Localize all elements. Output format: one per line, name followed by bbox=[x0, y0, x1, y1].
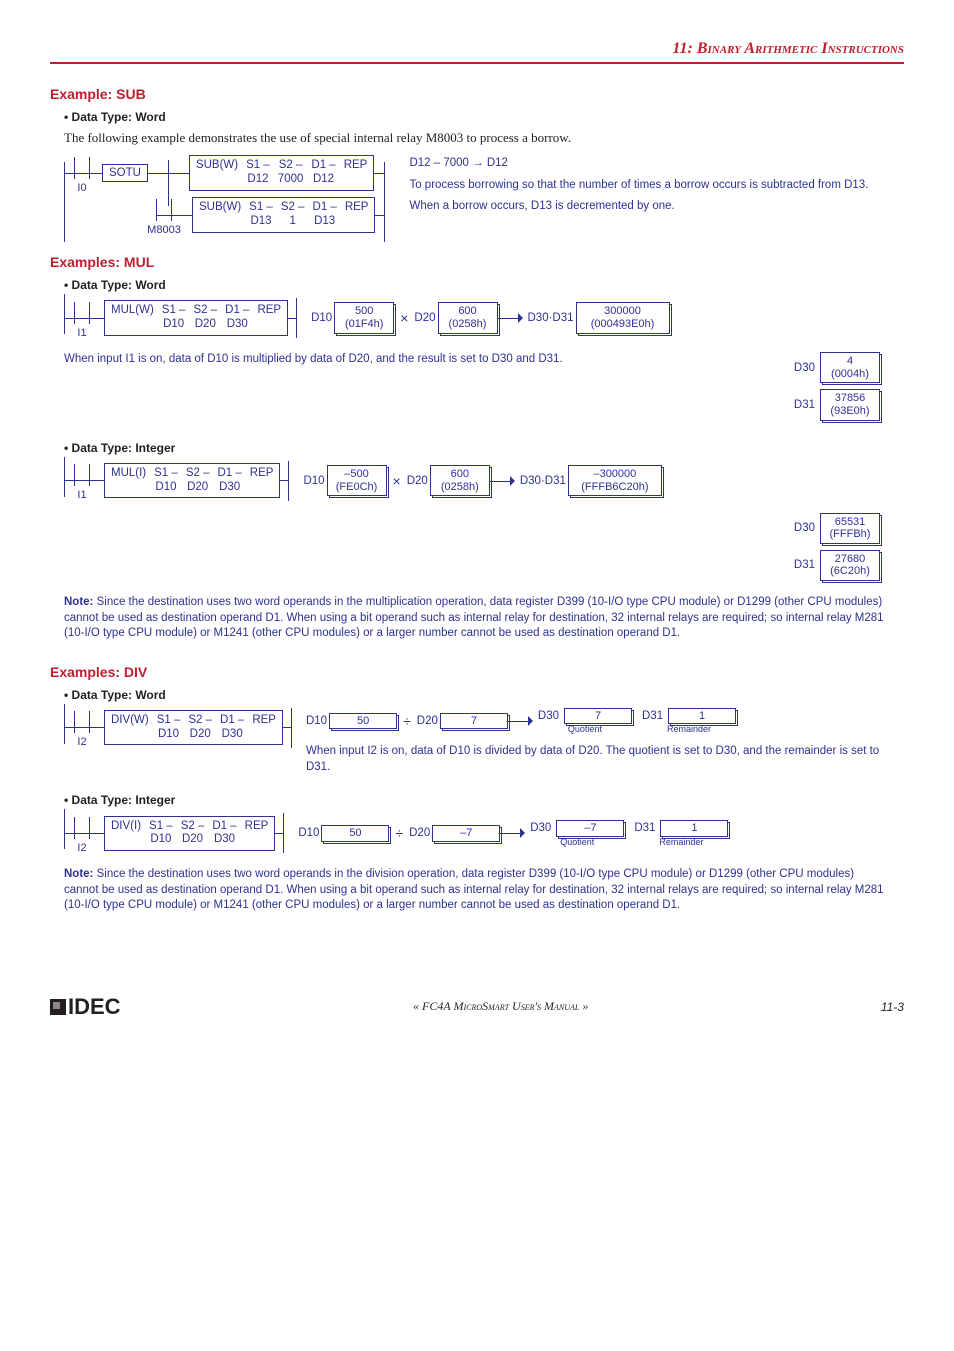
heading-mul-word: • Data Type: Word bbox=[64, 278, 904, 292]
chip-d20-di: –7 bbox=[432, 825, 500, 842]
page-footer: IDEC « FC4A MicroSmart User's Manual » 1… bbox=[50, 994, 904, 1020]
sub-instr-1: SUB(W) S1 –D12 S2 –7000 D1 –D12 REP bbox=[189, 155, 374, 191]
chip-result: 300000(000493E0h) bbox=[576, 302, 670, 333]
mul-note: Note: Since the destination uses two wor… bbox=[64, 595, 890, 642]
div-note: Note: Since the destination uses two wor… bbox=[64, 867, 890, 914]
mul-w-result-split: D304(0004h) D3137856(93E0h) bbox=[794, 352, 880, 421]
div-w-note: When input I2 is on, data of D10 is divi… bbox=[306, 744, 904, 775]
note-label: Note: bbox=[64, 596, 93, 608]
note-label: Note: bbox=[64, 868, 93, 880]
sub-rhs-formula: D12 – 7000 → D12 bbox=[409, 156, 904, 172]
chip-d10-i: –500(FE0Ch) bbox=[327, 465, 387, 496]
contact-i2: I2 bbox=[74, 722, 90, 733]
chip-d10: 500(01F4h) bbox=[334, 302, 394, 333]
heading-examples-mul: Examples: MUL bbox=[50, 254, 904, 270]
sub-intro: The following example demonstrates the u… bbox=[64, 130, 904, 146]
chip-d30-dw: 7 bbox=[564, 708, 632, 725]
mul-w-note: When input I1 is on, data of D10 is mult… bbox=[64, 352, 764, 368]
chip-d30: 4(0004h) bbox=[820, 352, 880, 383]
contact-i1: I1 bbox=[74, 313, 90, 324]
div-w-ladder: I2 DIV(W) S1 –D10 S2 –D20 D1 –D30 REP bbox=[64, 708, 292, 748]
footer-center: « FC4A MicroSmart User's Manual » bbox=[413, 999, 588, 1014]
chip-d31-i: 27680(6C20h) bbox=[820, 550, 880, 581]
contact-i1-b: I1 bbox=[74, 475, 90, 486]
chapter-number: 11: bbox=[672, 40, 692, 57]
chip-result-i: –300000(FFFB6C20h) bbox=[568, 465, 662, 496]
logo-square-icon bbox=[50, 999, 66, 1015]
heading-examples-div: Examples: DIV bbox=[50, 664, 904, 680]
contact-m8003: M8003 bbox=[156, 210, 172, 221]
chip-d20: 600(0258h) bbox=[438, 302, 498, 333]
page-number: 11-3 bbox=[881, 1000, 904, 1014]
mul-i-calc: D10 –500(FE0Ch) × D20 600(0258h) D30·D31… bbox=[303, 465, 904, 496]
sub-rhs: D12 – 7000 → D12 To process borrowing so… bbox=[409, 156, 904, 215]
heading-example-sub: Example: SUB bbox=[50, 86, 904, 102]
heading-div-int: • Data Type: Integer bbox=[64, 793, 904, 807]
div-i-calc: D10 50 ÷ D20 –7 D30–7 Quotient D311 Rema… bbox=[298, 820, 904, 847]
mul-i-ladder: I1 MUL(I) S1 –D10 S2 –D20 D1 –D30 REP bbox=[64, 461, 289, 501]
chip-d30-di: –7 bbox=[556, 820, 624, 837]
mul-i-box: MUL(I) S1 –D10 S2 –D20 D1 –D30 REP bbox=[104, 463, 280, 499]
contact-i0: I0 bbox=[74, 168, 90, 179]
sub-rhs-line3: When a borrow occurs, D13 is decremented… bbox=[409, 199, 904, 215]
chip-d31-di: 1 bbox=[660, 820, 728, 837]
sub-instr-2: SUB(W) S1 –D13 S2 –1 D1 –D13 REP bbox=[192, 197, 375, 233]
heading-sub-word: • Data Type: Word bbox=[64, 110, 904, 124]
chip-d10-di: 50 bbox=[321, 825, 389, 842]
sotu-box: SOTU bbox=[102, 164, 148, 182]
chip-d31: 37856(93E0h) bbox=[820, 389, 880, 420]
mul-w-ladder: I1 MUL(W) S1 –D10 S2 –D20 D1 –D30 REP bbox=[64, 298, 297, 338]
mul-i-result-split: D3065531(FFFBh) D3127680(6C20h) bbox=[794, 513, 880, 582]
chip-d10-dw: 50 bbox=[329, 713, 397, 730]
chapter-title-text: Binary Arithmetic Instructions bbox=[697, 40, 904, 57]
heading-mul-int: • Data Type: Integer bbox=[64, 441, 904, 455]
mul-w-calc: D10 500(01F4h) × D20 600(0258h) D30·D31 … bbox=[311, 302, 904, 333]
div-w-box: DIV(W) S1 –D10 S2 –D20 D1 –D30 REP bbox=[104, 710, 283, 746]
chip-d30-i: 65531(FFFBh) bbox=[820, 513, 880, 544]
div-i-box: DIV(I) S1 –D10 S2 –D20 D1 –D30 REP bbox=[104, 816, 275, 852]
idec-logo: IDEC bbox=[50, 994, 121, 1020]
chip-d20-i: 600(0258h) bbox=[430, 465, 490, 496]
chapter-header: 11: Binary Arithmetic Instructions bbox=[50, 40, 904, 64]
sub-ladder: I0 SOTU SUB(W) S1 –D12 S2 –7000 D1 –D12 … bbox=[64, 156, 385, 232]
contact-i2-b: I2 bbox=[74, 828, 90, 839]
heading-div-word: • Data Type: Word bbox=[64, 688, 904, 702]
sub-rhs-line2: To process borrowing so that the number … bbox=[409, 178, 904, 194]
chip-d20-dw: 7 bbox=[440, 713, 508, 730]
mul-w-box: MUL(W) S1 –D10 S2 –D20 D1 –D30 REP bbox=[104, 300, 288, 336]
div-w-calc: D10 50 ÷ D20 7 D307 Quotient D311 Remain… bbox=[306, 708, 904, 735]
div-i-ladder: I2 DIV(I) S1 –D10 S2 –D20 D1 –D30 REP bbox=[64, 813, 284, 853]
chip-d31-dw: 1 bbox=[668, 708, 736, 725]
